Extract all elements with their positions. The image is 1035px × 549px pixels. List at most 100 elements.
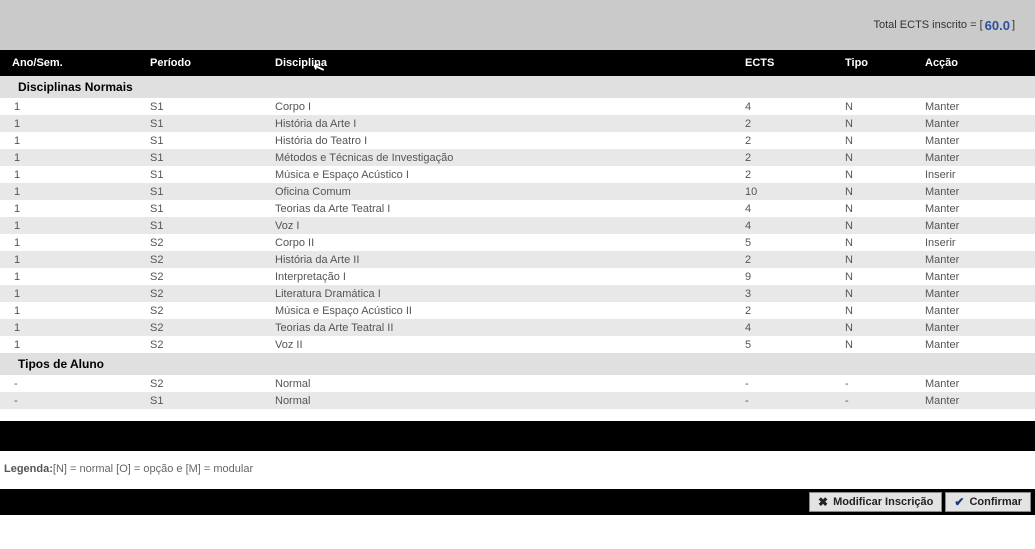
col-ects: ECTS: [745, 57, 845, 69]
cell-ects: 2: [745, 135, 845, 147]
cell-ects: 4: [745, 322, 845, 334]
cell-periodo: S1: [150, 169, 275, 181]
close-icon: ✖: [818, 495, 828, 509]
cell-ects: 2: [745, 118, 845, 130]
cell-periodo: S1: [150, 186, 275, 198]
col-tipo: Tipo: [845, 57, 925, 69]
cell-ano: 1: [0, 135, 150, 147]
ects-label-suffix: ]: [1012, 19, 1015, 31]
col-periodo: Período: [150, 57, 275, 69]
cell-accao: Manter: [925, 288, 1025, 300]
cell-tipo: N: [845, 203, 925, 215]
cell-ects: 3: [745, 288, 845, 300]
cell-disciplina: Teorias da Arte Teatral II: [275, 322, 745, 334]
legend-label: Legenda:: [4, 463, 53, 475]
cell-ano: 1: [0, 101, 150, 113]
cell-disciplina: Normal: [275, 378, 745, 390]
cell-disciplina: Música e Espaço Acústico II: [275, 305, 745, 317]
cell-tipo: N: [845, 339, 925, 351]
cell-ano: 1: [0, 237, 150, 249]
table-row: 1S1Métodos e Técnicas de Investigação2NM…: [0, 149, 1035, 166]
cell-disciplina: Métodos e Técnicas de Investigação: [275, 152, 745, 164]
cell-periodo: S2: [150, 305, 275, 317]
ects-label-prefix: Total ECTS inscrito = [: [874, 19, 983, 31]
col-accao: Acção: [925, 57, 1025, 69]
cell-ects: 2: [745, 169, 845, 181]
cell-accao: Manter: [925, 203, 1025, 215]
table-row: 1S2Música e Espaço Acústico II2NManter: [0, 302, 1035, 319]
cell-tipo: N: [845, 152, 925, 164]
cell-ano: 1: [0, 118, 150, 130]
confirm-label: Confirmar: [969, 496, 1022, 508]
cell-ano: 1: [0, 305, 150, 317]
table-row: 1S2Interpretação I9NManter: [0, 268, 1035, 285]
cell-ano: 1: [0, 254, 150, 266]
cell-tipo: N: [845, 101, 925, 113]
cell-disciplina: Normal: [275, 395, 745, 407]
cell-disciplina: Música e Espaço Acústico I: [275, 169, 745, 181]
cell-disciplina: Corpo II: [275, 237, 745, 249]
cell-disciplina: Interpretação I: [275, 271, 745, 283]
cell-accao: Inserir: [925, 237, 1025, 249]
cell-periodo: S2: [150, 271, 275, 283]
cell-accao: Manter: [925, 322, 1025, 334]
cell-accao: Manter: [925, 271, 1025, 283]
cell-ects: 2: [745, 305, 845, 317]
cell-ano: 1: [0, 152, 150, 164]
summary-bar: Total ECTS inscrito = [ 60.0 ]: [0, 0, 1035, 50]
cell-accao: Manter: [925, 254, 1025, 266]
cell-ects: 5: [745, 237, 845, 249]
cell-ects: -: [745, 378, 845, 390]
cell-ano: 1: [0, 339, 150, 351]
cell-periodo: S1: [150, 118, 275, 130]
table-row: 1S1Voz I4NManter: [0, 217, 1035, 234]
col-ano-sem: Ano/Sem.: [0, 57, 150, 69]
cell-ects: 2: [745, 152, 845, 164]
cell-accao: Manter: [925, 378, 1025, 390]
ects-total-value: 60.0: [985, 18, 1010, 33]
cell-disciplina: Voz I: [275, 220, 745, 232]
cell-periodo: S1: [150, 152, 275, 164]
cell-periodo: S2: [150, 288, 275, 300]
cell-tipo: N: [845, 169, 925, 181]
cell-accao: Inserir: [925, 169, 1025, 181]
cell-disciplina: História da Arte I: [275, 118, 745, 130]
cell-ects: 2: [745, 254, 845, 266]
cell-ano: 1: [0, 186, 150, 198]
table-row: 1S1História do Teatro I2NManter: [0, 132, 1035, 149]
cell-ano: -: [0, 378, 150, 390]
cell-tipo: -: [845, 378, 925, 390]
table-row: -S1Normal--Manter: [0, 392, 1035, 409]
cell-accao: Manter: [925, 339, 1025, 351]
cell-tipo: -: [845, 395, 925, 407]
col-disciplina: Disciplina ↖: [275, 57, 745, 69]
action-bar: ✖ Modificar Inscrição ✔ Confirmar: [0, 489, 1035, 515]
cell-disciplina: Oficina Comum: [275, 186, 745, 198]
table-row: 1S1Oficina Comum10NManter: [0, 183, 1035, 200]
cell-periodo: S2: [150, 339, 275, 351]
cell-tipo: N: [845, 220, 925, 232]
table-row: 1S1História da Arte I2NManter: [0, 115, 1035, 132]
modify-inscription-button[interactable]: ✖ Modificar Inscrição: [809, 492, 942, 512]
confirm-button[interactable]: ✔ Confirmar: [945, 492, 1031, 512]
cell-ano: 1: [0, 169, 150, 181]
table-row: 1S2Literatura Dramática I3NManter: [0, 285, 1035, 302]
cell-periodo: S2: [150, 378, 275, 390]
cell-disciplina: Voz II: [275, 339, 745, 351]
check-icon: ✔: [954, 495, 964, 509]
table-row: 1S2Teorias da Arte Teatral II4NManter: [0, 319, 1035, 336]
cell-tipo: N: [845, 254, 925, 266]
cell-accao: Manter: [925, 395, 1025, 407]
cell-periodo: S2: [150, 237, 275, 249]
section-disciplinas-normais: Disciplinas Normais: [0, 76, 1035, 98]
cell-ects: 10: [745, 186, 845, 198]
cell-accao: Manter: [925, 220, 1025, 232]
legend-text: [N] = normal [O] = opção e [M] = modular: [53, 463, 253, 475]
cell-disciplina: História do Teatro I: [275, 135, 745, 147]
section-tipos-aluno: Tipos de Aluno: [0, 353, 1035, 375]
table-row: -S2Normal--Manter: [0, 375, 1035, 392]
cell-disciplina: Corpo I: [275, 101, 745, 113]
table-row: 1S1Música e Espaço Acústico I2NInserir: [0, 166, 1035, 183]
cell-ano: 1: [0, 203, 150, 215]
cell-periodo: S2: [150, 254, 275, 266]
